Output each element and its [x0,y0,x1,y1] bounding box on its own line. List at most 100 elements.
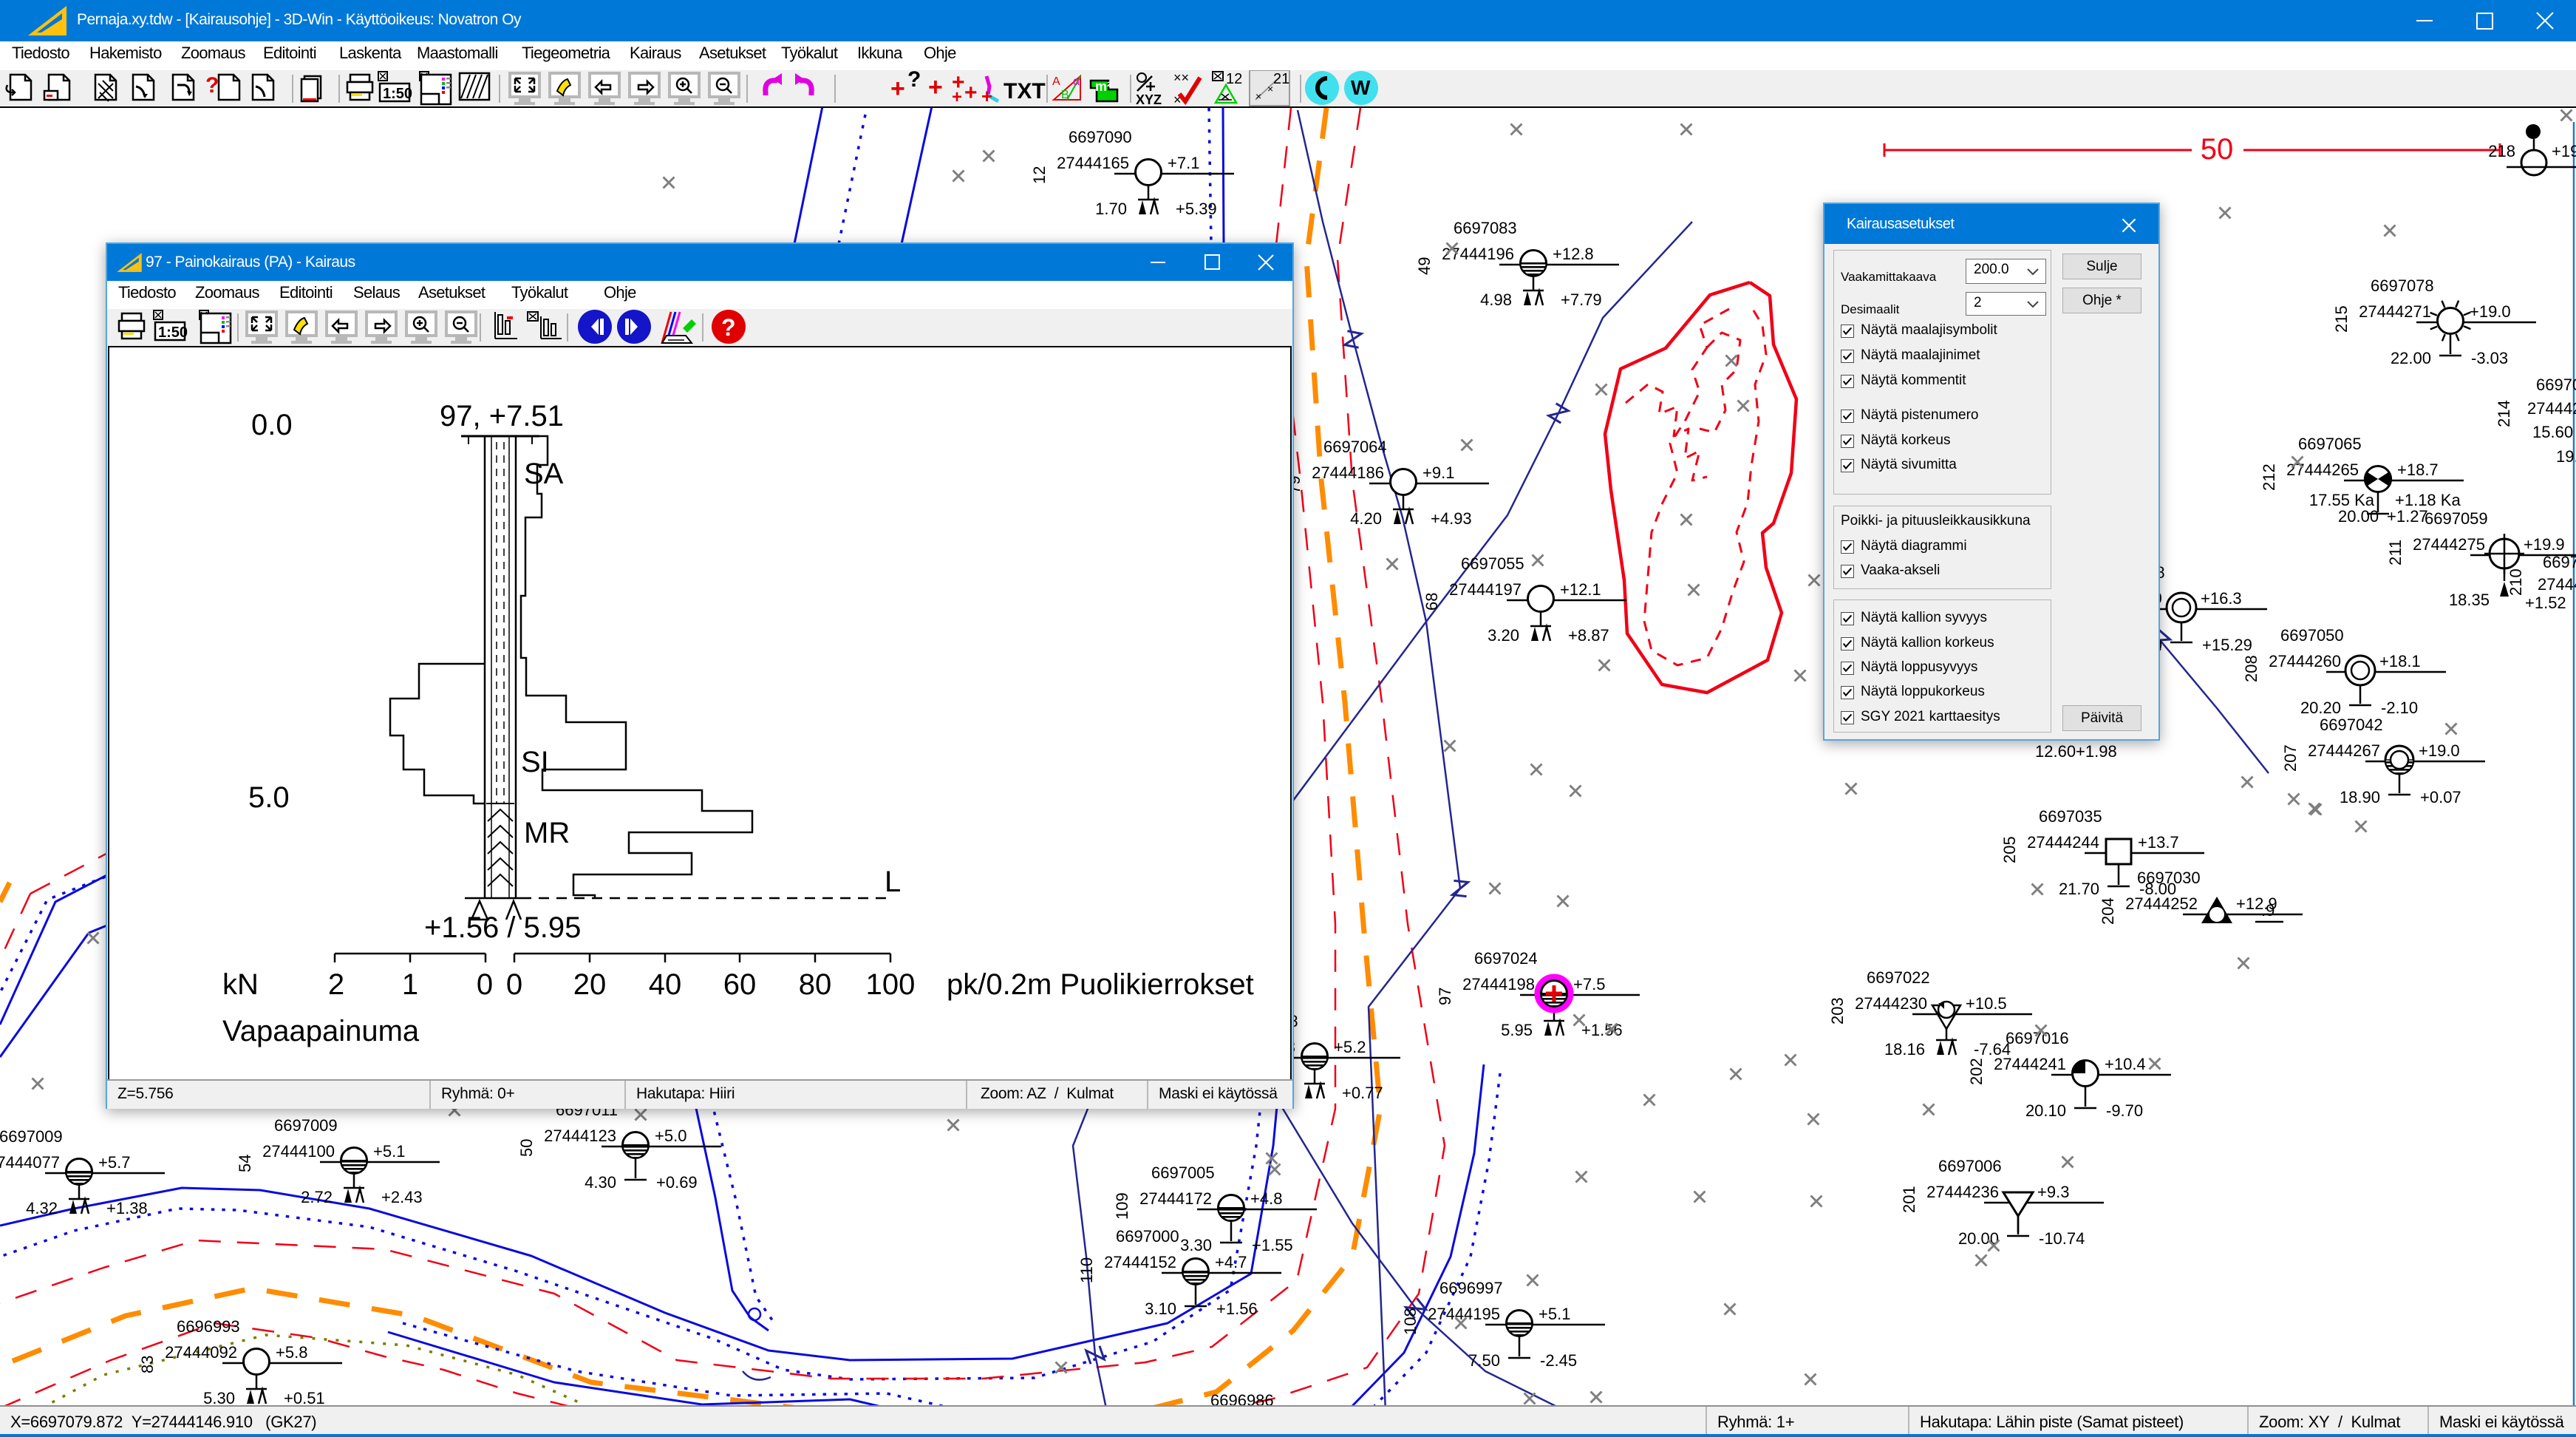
svg-text:+5.1: +5.1 [373,1142,405,1161]
svg-text:27444123: 27444123 [544,1127,616,1145]
svg-text:6697050: 6697050 [2280,626,2344,645]
svg-text:+16.3: +16.3 [2201,589,2242,608]
svg-text:2.72: 2.72 [301,1188,333,1206]
svg-text:6697000: 6697000 [1116,1227,1179,1246]
svg-text:6697090: 6697090 [1069,128,1132,146]
svg-text:+4.8: +4.8 [1250,1189,1282,1208]
svg-text:kN: kN [222,968,259,1001]
svg-text:+18.1: +18.1 [2379,652,2421,670]
svg-text:+2.43: +2.43 [381,1188,423,1206]
svg-text:4.20: 4.20 [1350,509,1382,528]
svg-text:6697083: 6697083 [1454,219,1517,237]
svg-text:+5.0: +5.0 [655,1127,686,1145]
svg-text:18.16: 18.16 [1884,1040,1925,1059]
svg-text:208: 208 [2242,655,2260,682]
svg-text:27444271: 27444271 [2359,302,2431,321]
svg-text:+: + [981,85,992,106]
svg-text:3.20: 3.20 [1488,626,1519,645]
svg-text:108: 108 [1401,1308,1420,1335]
svg-text:27444: 27444 [2538,575,2576,594]
svg-text:+5.7: +5.7 [98,1153,130,1172]
svg-text:pk/0.2m Puolikierrokset: pk/0.2m Puolikierrokset [947,968,1254,1001]
svg-text:1: 1 [402,968,418,1001]
svg-text:1.70: 1.70 [1095,200,1127,218]
svg-text:27444275: 27444275 [2413,535,2485,554]
svg-text:97, +7.51: 97, +7.51 [440,400,564,432]
svg-text:+: + [952,87,962,106]
svg-text:202: 202 [1967,1058,1986,1085]
svg-text:12: 12 [1030,166,1049,184]
svg-text:54: 54 [236,1155,254,1172]
svg-text:27444165: 27444165 [1057,154,1129,172]
svg-text:18.35: 18.35 [2449,591,2490,609]
svg-text:+0.69: +0.69 [656,1173,698,1192]
svg-text:207: 207 [2281,744,2300,772]
svg-text:TXT: TXT [1004,79,1046,103]
svg-text:6697059: 6697059 [2425,509,2488,528]
svg-text:α: α [1073,75,1080,88]
svg-text:?: ? [907,70,921,92]
svg-text:B: B [1061,89,1069,101]
svg-text:97: 97 [1436,988,1454,1005]
svg-text:Vapaapainuma: Vapaapainuma [222,1015,420,1047]
svg-text:20: 20 [573,968,607,1001]
svg-text:27444077: 27444077 [0,1153,60,1172]
svg-text:4.32: 4.32 [26,1199,58,1217]
svg-text:6697016: 6697016 [2006,1029,2069,1047]
svg-text:-2.45: -2.45 [1540,1351,1577,1370]
svg-text:SI: SI [521,746,549,778]
svg-text:109: 109 [1113,1192,1131,1220]
svg-text:-2.10: -2.10 [2381,699,2418,717]
svg-text:211: 211 [2386,540,2405,565]
svg-text:+15.29: +15.29 [2202,636,2252,654]
svg-text:+: + [964,81,978,105]
svg-text:×: × [1267,83,1273,95]
svg-text:3.30: 3.30 [1180,1236,1212,1254]
svg-text:6697024: 6697024 [1474,949,1538,968]
svg-text:+7.79: +7.79 [1561,291,1602,309]
svg-text:+5.8: +5.8 [276,1343,307,1362]
svg-text:6697042: 6697042 [2320,716,2383,734]
svg-text:15.60: 15.60 [2532,423,2573,441]
svg-text:20.00: 20.00 [2338,507,2379,526]
svg-text:22.00: 22.00 [2391,349,2431,367]
svg-text:6697009: 6697009 [274,1116,338,1135]
svg-text:+4.7: +4.7 [1215,1253,1247,1271]
svg-text:50: 50 [2201,133,2234,166]
svg-text:+1.52: +1.52 [2525,594,2566,612]
svg-text:1:50: 1:50 [383,86,412,102]
svg-text:4.98: 4.98 [1480,291,1512,309]
svg-text:XYZ: XYZ [1136,92,1162,106]
svg-text:MR: MR [524,817,570,849]
svg-text:12.60+1.98: 12.60+1.98 [2035,742,2117,761]
svg-text:100: 100 [866,968,916,1001]
svg-text:+5.1: +5.1 [1539,1305,1570,1323]
svg-text:66970: 66970 [2536,376,2576,394]
svg-text:0.0: 0.0 [251,409,293,441]
svg-text:+1.38: +1.38 [106,1199,148,1217]
svg-text:215: 215 [2332,305,2351,333]
svg-text:m²: m² [1095,79,1111,94]
svg-text:+19.0: +19.0 [2419,741,2460,760]
svg-text:27444197: 27444197 [1449,580,1522,599]
svg-text:+13.7: +13.7 [2138,833,2179,852]
svg-text:18.90: 18.90 [2340,788,2380,806]
svg-text:+12.8: +12.8 [1553,245,1594,263]
svg-text:6697078: 6697078 [2371,276,2434,295]
svg-text:××: ×× [1173,70,1189,85]
svg-text:27444092: 27444092 [165,1343,237,1362]
svg-text:212: 212 [2260,463,2278,491]
svg-text:+: + [890,75,905,103]
svg-text:+7.1: +7.1 [1168,154,1199,172]
svg-text:6697022: 6697022 [1867,968,1930,987]
svg-text:+1.56 / 5.95: +1.56 / 5.95 [424,911,581,944]
svg-text:+5.2: +5.2 [1334,1038,1366,1056]
svg-text:+19.0: +19.0 [2470,302,2511,321]
svg-text:27444244: 27444244 [2027,833,2099,852]
svg-text:+1.56: +1.56 [1216,1300,1258,1318]
svg-text:27444236: 27444236 [1926,1183,1999,1201]
svg-text:27444172: 27444172 [1139,1189,1212,1208]
svg-text:+19.9: +19.9 [2524,535,2565,554]
svg-text:205: 205 [2000,836,2019,863]
svg-text:19.: 19. [2556,447,2576,466]
